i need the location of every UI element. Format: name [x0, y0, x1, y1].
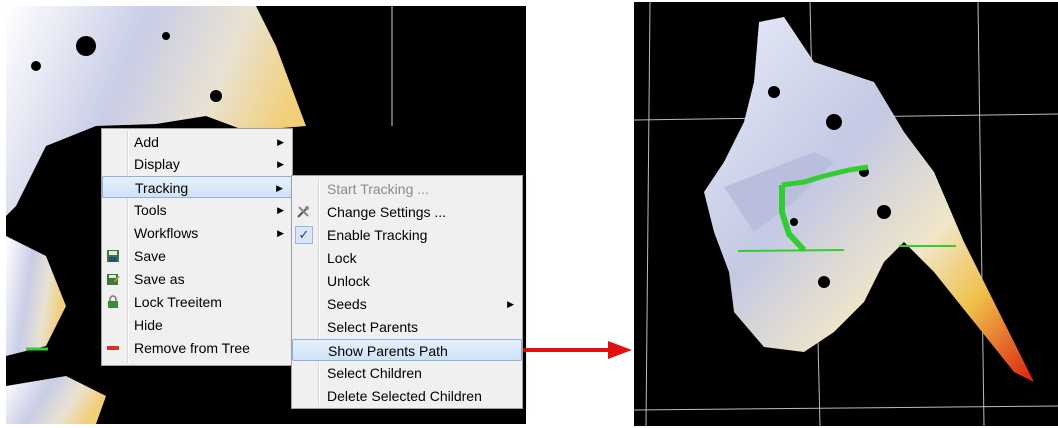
submenu-arrow-icon: ▶ — [277, 137, 284, 147]
menu-item-label: Change Settings ... — [327, 204, 447, 220]
menu-item-label: Add — [134, 134, 159, 150]
menu-item-label: Lock Treeitem — [134, 294, 222, 310]
menu-item-select-parents[interactable]: Select Parents — [292, 316, 522, 338]
menu-item-label: Select Parents — [327, 319, 419, 335]
padlock-icon — [108, 295, 118, 308]
menu-item-unlock[interactable]: Unlock — [292, 270, 522, 292]
menu-item-label: Save as — [134, 271, 185, 287]
floppy-disk-icon — [107, 250, 119, 262]
menu-item-label: Tracking — [135, 180, 189, 196]
menu-item-label: Tools — [134, 202, 167, 218]
menu-item-show-parents-path[interactable]: Show Parents Path — [292, 339, 522, 361]
menu-item-start-tracking[interactable]: Start Tracking ... — [292, 178, 522, 200]
menu-item-label: Unlock — [327, 273, 370, 289]
menu-item-add[interactable]: Add ▶ — [102, 131, 292, 153]
menu-item-enable-tracking[interactable]: ✓ Enable Tracking — [292, 224, 522, 246]
submenu-arrow-icon: ▶ — [276, 183, 283, 193]
menu-item-remove-from-tree[interactable]: Remove from Tree — [102, 337, 292, 359]
context-menu: Add ▶ Display ▶ Tracking ▶ Tools ▶ Workf… — [101, 128, 293, 366]
menu-item-workflows[interactable]: Workflows ▶ — [102, 222, 292, 244]
right-volume-render — [634, 2, 1058, 426]
menu-item-label: Show Parents Path — [328, 343, 448, 359]
menu-item-label: Lock — [327, 250, 357, 266]
menu-item-save[interactable]: Save — [102, 245, 292, 267]
checkmark-icon: ✓ — [295, 226, 313, 244]
menu-item-label: Select Children — [327, 365, 422, 381]
save-as-icon — [107, 274, 120, 285]
menu-item-save-as[interactable]: Save as — [102, 268, 292, 290]
menu-item-label: Enable Tracking — [327, 227, 428, 243]
menu-item-lock[interactable]: Lock — [292, 247, 522, 269]
menu-item-label: Remove from Tree — [134, 340, 250, 356]
menu-item-label: Hide — [134, 317, 163, 333]
menu-item-select-children[interactable]: Select Children — [292, 362, 522, 384]
red-arrow — [510, 341, 632, 359]
tracking-submenu: Start Tracking ... Change Settings ... ✓… — [291, 175, 523, 409]
menu-item-seeds[interactable]: Seeds ▶ — [292, 293, 522, 315]
menu-item-label: Seeds — [327, 296, 367, 312]
menu-item-label: Save — [134, 248, 166, 264]
menu-item-hide[interactable]: Hide — [102, 314, 292, 336]
menu-item-label: Workflows — [134, 225, 199, 241]
menu-item-delete-selected-children[interactable]: Delete Selected Children — [292, 385, 522, 407]
menu-item-label: Start Tracking ... — [327, 181, 429, 197]
tools-icon — [297, 206, 309, 218]
submenu-arrow-icon: ▶ — [507, 299, 514, 309]
menu-item-display[interactable]: Display ▶ — [102, 153, 292, 175]
submenu-arrow-icon: ▶ — [277, 159, 284, 169]
menu-item-change-settings[interactable]: Change Settings ... — [292, 201, 522, 223]
submenu-arrow-icon: ▶ — [277, 228, 284, 238]
menu-item-tools[interactable]: Tools ▶ — [102, 199, 292, 221]
red-minus-icon — [107, 346, 119, 350]
menu-item-label: Display — [134, 156, 180, 172]
right-render-viewport[interactable] — [634, 2, 1058, 426]
menu-item-tracking[interactable]: Tracking ▶ — [102, 176, 292, 198]
submenu-arrow-icon: ▶ — [277, 205, 284, 215]
menu-item-label: Delete Selected Children — [327, 388, 482, 404]
menu-item-lock-treeitem[interactable]: Lock Treeitem — [102, 291, 292, 313]
